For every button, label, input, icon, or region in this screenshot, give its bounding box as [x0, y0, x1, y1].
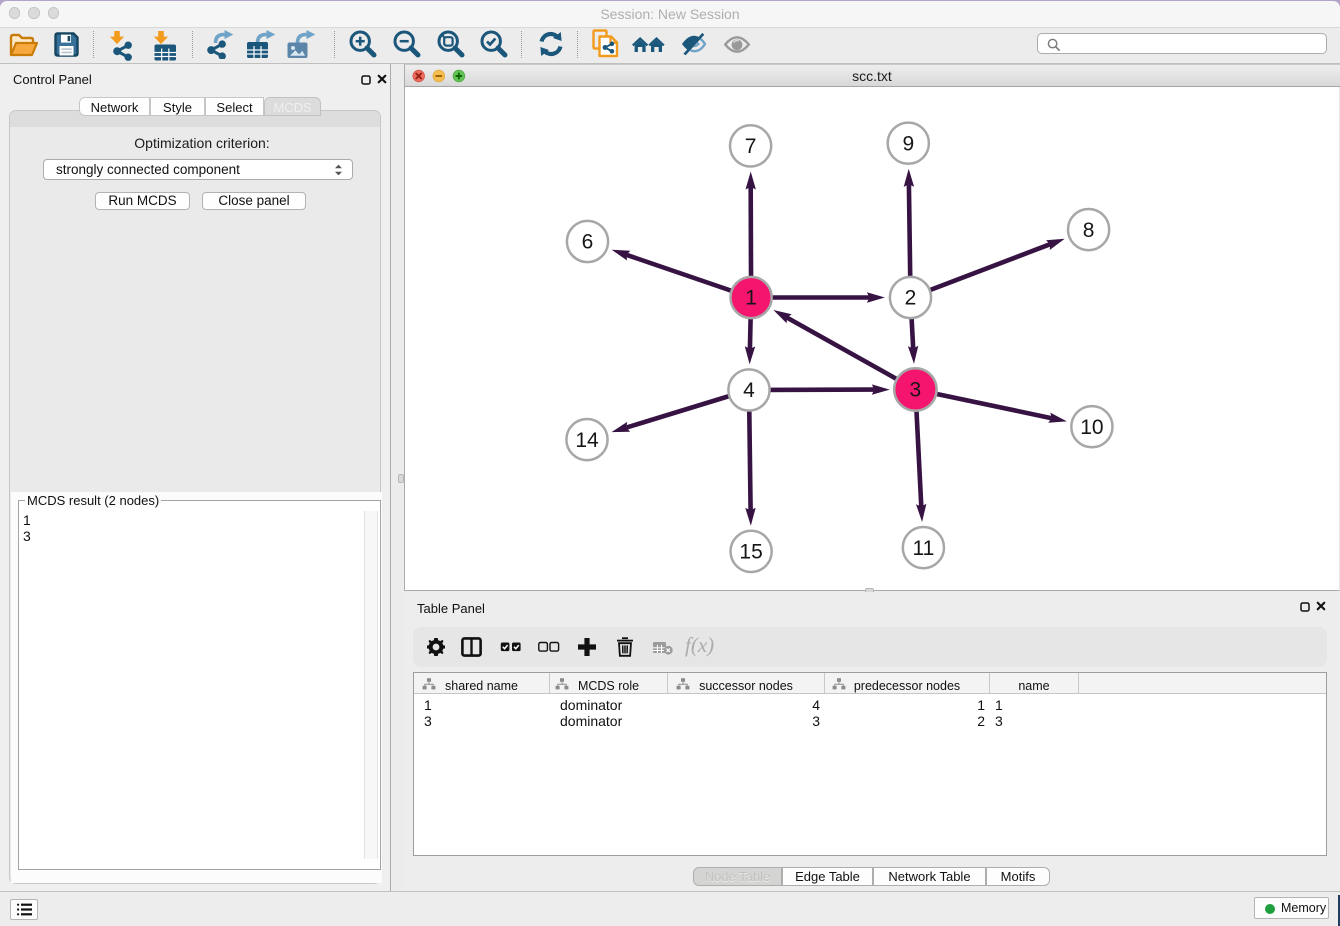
svg-text:4: 4	[743, 379, 755, 402]
svg-text:2: 2	[905, 287, 917, 310]
svg-text:14: 14	[575, 429, 599, 452]
svg-text:3: 3	[910, 379, 922, 402]
svg-text:6: 6	[582, 231, 594, 254]
svg-text:1: 1	[745, 287, 757, 310]
svg-text:11: 11	[912, 537, 934, 560]
svg-text:9: 9	[902, 132, 914, 155]
svg-text:7: 7	[745, 135, 757, 158]
svg-text:15: 15	[739, 541, 762, 564]
svg-text:10: 10	[1080, 416, 1103, 439]
svg-text:8: 8	[1083, 219, 1095, 242]
